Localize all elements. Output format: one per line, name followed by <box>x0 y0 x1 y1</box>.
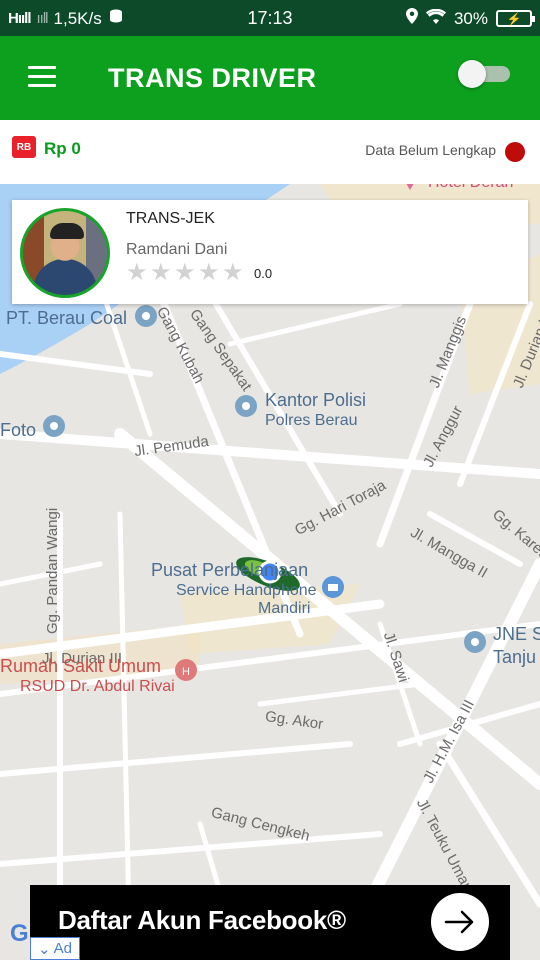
ad-arrow-button[interactable] <box>431 893 489 951</box>
location-icon <box>405 8 418 29</box>
map-label-polres-berau: Polres Berau <box>265 412 358 429</box>
map-label-rumah-sakit: Rumah Sakit Umum <box>0 656 162 676</box>
star-icon: ★ <box>174 259 196 286</box>
map-label-pusat-perbelanjaan: Pusat Perbelanjaan <box>151 560 309 580</box>
svg-text:H: H <box>182 666 190 678</box>
ad-text: Daftar Akun Facebook® <box>58 905 346 935</box>
balance-amount: Rp 0 <box>44 139 81 158</box>
map-label-tanjung: Tanju <box>493 647 537 667</box>
balance-bar: RB Rp 0 Data Belum Lengkap <box>0 120 540 184</box>
map-label-pt-berau-coal: PT. Berau Coal <box>6 308 128 328</box>
map-label-foto: Foto <box>0 420 37 440</box>
online-toggle[interactable] <box>458 58 510 88</box>
ad-badge[interactable]: ⌄ Ad <box>30 937 80 960</box>
status-indicator-dot <box>505 142 525 162</box>
status-right: 30% ⚡ <box>405 8 535 29</box>
app-bar: TRANS DRIVER <box>0 36 540 120</box>
star-icon: ★ <box>198 259 220 286</box>
wifi-icon <box>425 8 446 29</box>
ad-badge-label: Ad <box>53 940 72 957</box>
map-label-jne: JNE S <box>493 624 540 644</box>
data-status-text[interactable]: Data Belum Lengkap <box>365 142 496 158</box>
driver-card[interactable]: TRANS-JEK Ramdani Dani ★ ★ ★ ★ ★ 0.0 <box>12 200 528 304</box>
star-icon: ★ <box>222 259 244 286</box>
arrow-right-icon <box>444 910 474 934</box>
driver-service-title: TRANS-JEK <box>126 210 215 227</box>
wallet-icon: RB <box>12 136 36 158</box>
status-bar: Hııll ııll 1,5K/s 17:13 30% ⚡ <box>0 0 540 36</box>
rating-value: 0.0 <box>254 266 273 281</box>
rating-stars: ★ ★ ★ ★ ★ <box>126 259 244 286</box>
driver-name: Ramdani Dani <box>126 241 228 258</box>
star-icon: ★ <box>126 259 148 286</box>
battery-icon: ⚡ <box>496 10 535 27</box>
battery-level: 30% <box>453 8 488 28</box>
toggle-thumb <box>458 60 486 88</box>
map-label-mandiri: Mandiri <box>258 600 311 617</box>
google-logo: G <box>10 920 29 947</box>
map-label-kantor-polisi: Kantor Polisi <box>265 390 367 410</box>
map-label-hotel: Hotel Derah <box>428 184 513 192</box>
map-label-service-handphone: Service Handphone <box>176 582 317 599</box>
star-icon: ★ <box>150 259 172 286</box>
avatar <box>20 208 110 298</box>
map-label-gg-pandan-wangi: Gg. Pandan Wangi <box>44 507 61 634</box>
menu-icon[interactable] <box>28 66 56 88</box>
app-title: TRANS DRIVER <box>108 63 317 93</box>
ad-banner[interactable]: Daftar Akun Facebook® <box>30 885 510 960</box>
map-label-rsud: RSUD Dr. Abdul Rivai <box>20 678 175 695</box>
chevron-down-icon: ⌄ <box>38 940 51 958</box>
